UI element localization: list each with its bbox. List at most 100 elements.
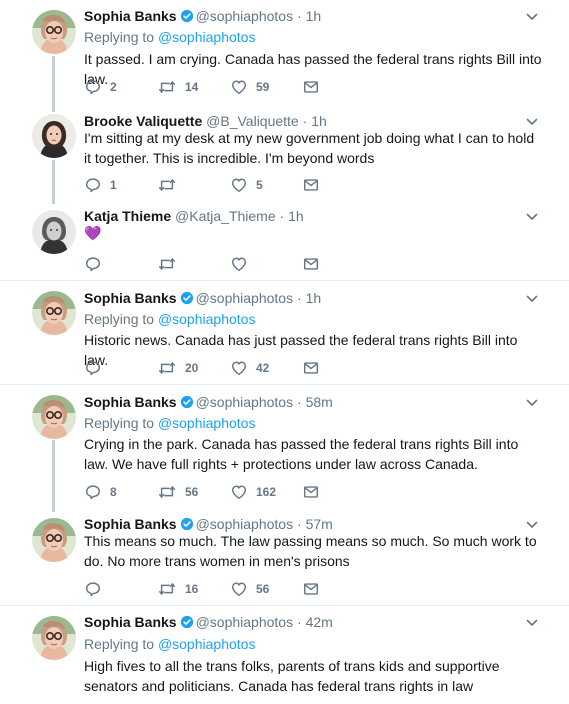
handle[interactable]: @B_Valiquette (206, 113, 299, 129)
avatar[interactable] (32, 114, 76, 158)
reply-button[interactable]: 2 (84, 77, 117, 97)
chevron-down-icon[interactable] (525, 292, 539, 306)
display-name[interactable]: Katja Thieme (84, 208, 171, 224)
reply-icon (84, 176, 102, 194)
chevron-down-icon[interactable] (525, 396, 539, 410)
replying-to-link[interactable]: @sophiaphotos (158, 636, 256, 652)
display-name[interactable]: Brooke Valiquette (84, 113, 202, 129)
tweet[interactable]: Sophia Banks @sophiaphotos · 1h Replying … (0, 281, 569, 384)
dm-icon (302, 580, 320, 598)
like-button[interactable]: 42 (230, 358, 269, 378)
dm-icon (302, 255, 320, 273)
timestamp[interactable]: 57m (306, 516, 333, 532)
dm-button[interactable] (302, 579, 320, 599)
timestamp[interactable]: 1h (288, 208, 304, 224)
chevron-down-icon[interactable] (525, 616, 539, 630)
retweet-button[interactable] (157, 254, 177, 274)
avatar[interactable] (32, 210, 76, 254)
like-button[interactable]: 5 (230, 175, 263, 195)
reply-count: 1 (110, 178, 117, 192)
display-name[interactable]: Sophia Banks (84, 516, 177, 532)
dm-icon (302, 359, 320, 377)
retweet-button[interactable] (157, 175, 185, 195)
tweet[interactable]: Sophia Banks @sophiaphotos · 57m This mea… (0, 508, 569, 605)
reply-button[interactable]: 1 (84, 175, 117, 195)
timestamp[interactable]: 1h (306, 290, 322, 306)
dm-icon (302, 176, 320, 194)
separator-dot: · (293, 394, 306, 410)
dm-button[interactable] (302, 358, 320, 378)
timestamp[interactable]: 1h (306, 8, 322, 24)
verified-icon (180, 517, 194, 531)
timestamp[interactable]: 58m (306, 394, 333, 410)
display-name[interactable]: Sophia Banks (84, 614, 177, 630)
tweet-text: 💜 (84, 225, 102, 241)
tweet[interactable]: Sophia Banks @sophiaphotos · 1h Replying … (0, 0, 569, 102)
avatar[interactable] (32, 616, 76, 660)
like-icon (230, 483, 248, 501)
dm-button[interactable] (302, 254, 320, 274)
handle[interactable]: @sophiaphotos (196, 394, 294, 410)
handle[interactable]: @sophiaphotos (196, 614, 294, 630)
dm-button[interactable] (302, 175, 320, 195)
dm-button[interactable] (302, 77, 320, 97)
replying-to-link[interactable]: @sophiaphotos (158, 29, 256, 45)
display-name[interactable]: Sophia Banks (84, 290, 177, 306)
tweet-text: Crying in the park. Canada has passed th… (84, 436, 519, 472)
avatar[interactable] (32, 10, 76, 54)
retweet-button[interactable]: 14 (157, 77, 198, 97)
retweet-count: 14 (185, 80, 199, 94)
like-icon (230, 359, 248, 377)
tweet[interactable]: Sophia Banks @sophiaphotos · 58m Replying… (0, 385, 569, 508)
retweet-icon (157, 580, 177, 598)
like-button[interactable]: 162 (230, 482, 276, 502)
chevron-down-icon[interactable] (525, 10, 539, 24)
display-name[interactable]: Sophia Banks (84, 394, 177, 410)
tweet[interactable]: Brooke Valiquette @B_Valiquette · 1h I'm… (0, 102, 569, 200)
verified-icon (180, 395, 194, 409)
dm-icon (302, 483, 320, 501)
chevron-down-icon[interactable] (525, 115, 539, 129)
retweet-button[interactable]: 16 (157, 579, 198, 599)
avatar[interactable] (32, 518, 76, 562)
handle[interactable]: @sophiaphotos (196, 8, 294, 24)
separator-dot: · (293, 8, 306, 24)
separator-dot: · (298, 113, 312, 129)
timestamp[interactable]: 1h (311, 113, 327, 129)
tweet[interactable]: Katja Thieme @Katja_Thieme · 1h 💜 (0, 200, 569, 280)
like-button[interactable]: 59 (230, 77, 269, 97)
display-name[interactable]: Sophia Banks (84, 8, 177, 24)
timestamp[interactable]: 42m (306, 614, 333, 630)
chevron-down-icon[interactable] (525, 210, 539, 224)
reply-button[interactable] (84, 579, 102, 599)
retweet-icon (157, 359, 177, 377)
handle[interactable]: @sophiaphotos (196, 516, 294, 532)
chevron-down-icon[interactable] (525, 518, 539, 532)
retweet-button[interactable]: 56 (157, 482, 198, 502)
retweet-count: 20 (185, 361, 199, 375)
retweet-button[interactable]: 20 (157, 358, 198, 378)
like-button[interactable]: 56 (230, 579, 269, 599)
replying-to-link[interactable]: @sophiaphotos (158, 311, 256, 327)
avatar[interactable] (32, 291, 76, 335)
like-button[interactable] (230, 254, 248, 274)
avatar[interactable] (32, 395, 76, 439)
like-count: 42 (256, 361, 270, 375)
dm-icon (302, 78, 320, 96)
retweet-icon (157, 176, 177, 194)
retweet-count: 56 (185, 485, 199, 499)
tweet[interactable]: Sophia Banks @sophiaphotos · 42m Replying… (0, 606, 569, 704)
replying-to-link[interactable]: @sophiaphotos (158, 415, 256, 431)
like-count: 162 (256, 485, 277, 499)
separator-dot: · (293, 614, 306, 630)
dm-button[interactable] (302, 482, 320, 502)
replying-to-label: Replying to (84, 311, 155, 327)
reply-button[interactable] (84, 358, 102, 378)
handle[interactable]: @Katja_Thieme (175, 208, 276, 224)
handle[interactable]: @sophiaphotos (196, 290, 294, 306)
reply-icon (84, 483, 102, 501)
reply-button[interactable] (84, 254, 102, 274)
replying-to-label: Replying to (84, 415, 155, 431)
reply-button[interactable]: 8 (84, 482, 117, 502)
retweet-icon (157, 483, 177, 501)
